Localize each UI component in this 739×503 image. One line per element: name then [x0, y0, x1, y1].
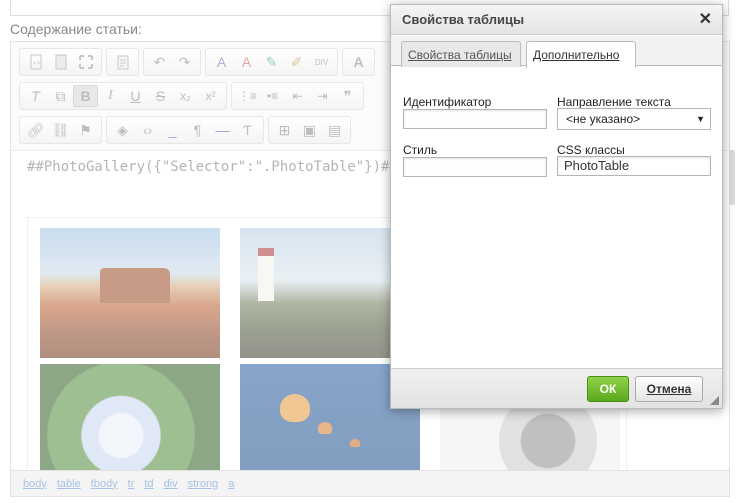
style-label: Стиль [403, 143, 438, 157]
direction-select[interactable]: <не указано> ▼ [557, 108, 711, 130]
tab-advanced[interactable]: Дополнительно [526, 41, 636, 68]
id-label: Идентификатор [403, 95, 492, 109]
dialog-footer: ОК Отмена [391, 368, 722, 408]
direction-label: Направление текста [557, 95, 671, 109]
scrollbar[interactable] [729, 150, 735, 205]
content-label: Содержание статьи: [10, 21, 142, 37]
dialog-body: Идентификатор Направление текста <не ука… [391, 67, 722, 367]
ok-button[interactable]: ОК [587, 376, 629, 402]
dialog-tabs: Свойства таблицы Дополнительно [391, 36, 722, 68]
css-classes-label: CSS классы [557, 143, 625, 157]
close-icon[interactable]: ✕ [699, 11, 712, 29]
dialog-title[interactable]: Свойства таблицы [391, 5, 722, 35]
dropdown-arrow-icon: ▼ [696, 114, 705, 124]
tab-table-properties[interactable]: Свойства таблицы [401, 41, 521, 67]
style-input[interactable] [403, 157, 547, 177]
css-classes-input[interactable]: PhotoTable [557, 156, 711, 176]
resize-handle-icon[interactable] [710, 396, 719, 405]
direction-value: <не указано> [566, 112, 641, 126]
cancel-button[interactable]: Отмена [635, 376, 703, 402]
table-properties-dialog: Свойства таблицы ✕ Свойства таблицы Допо… [390, 4, 723, 409]
id-input[interactable] [403, 109, 547, 129]
